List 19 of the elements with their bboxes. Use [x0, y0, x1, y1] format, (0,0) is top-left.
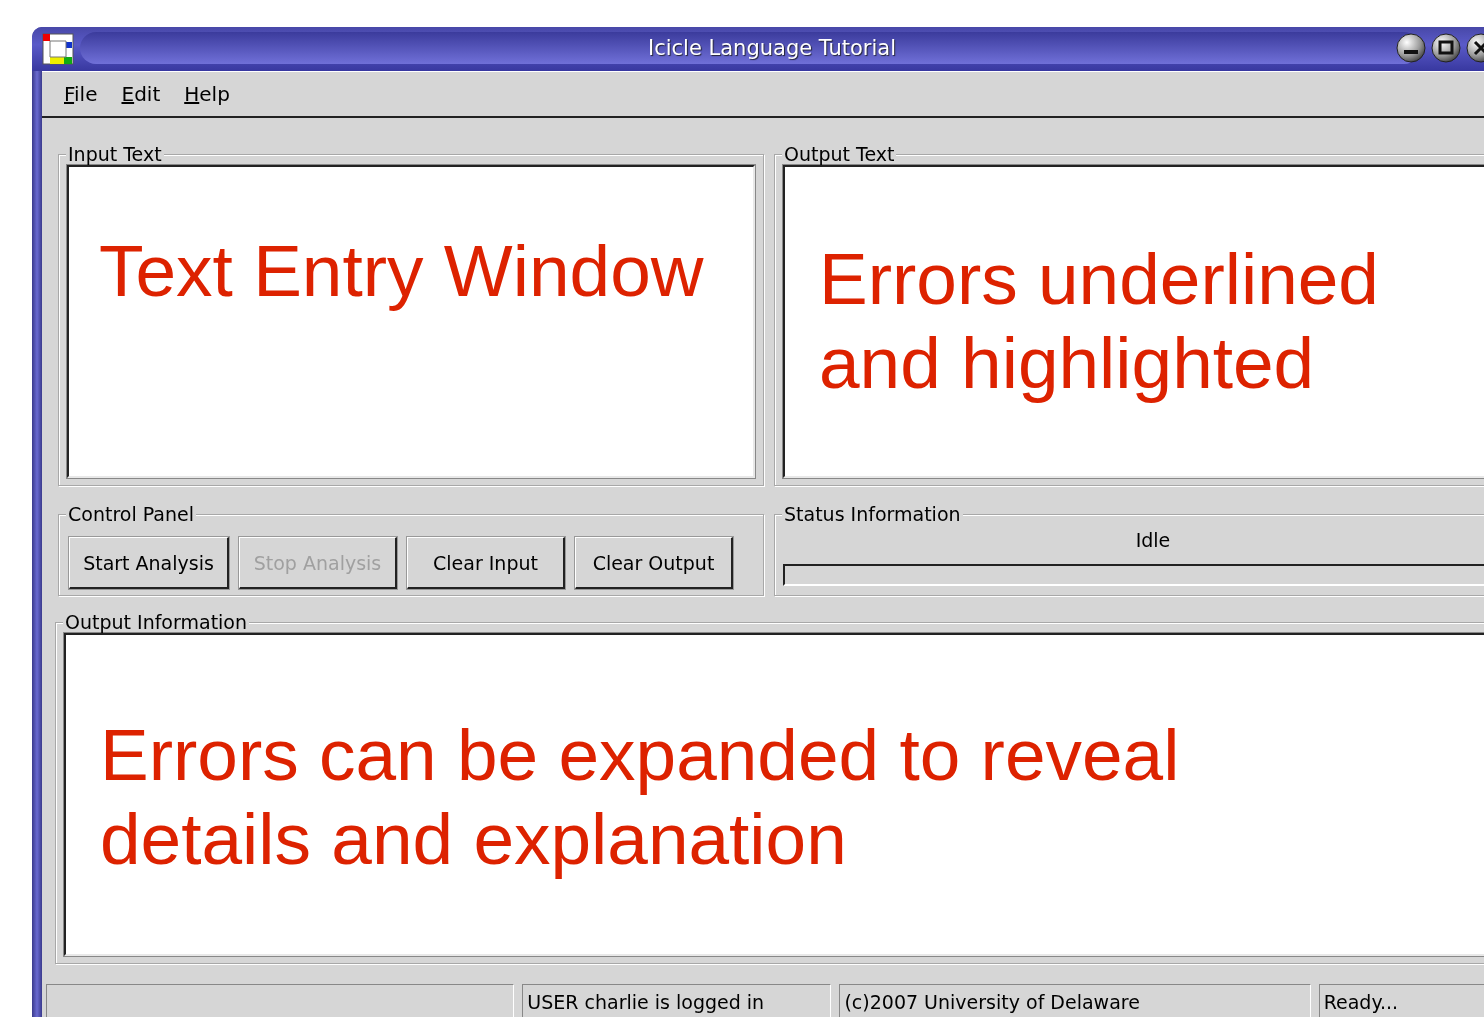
group-label: Status Information: [782, 504, 963, 524]
action-button[interactable]: Clear Output: [575, 537, 733, 589]
output-text-area[interactable]: Errors underlined and highlighted: [783, 165, 1484, 478]
group-label: Input Text: [66, 144, 164, 164]
action-button[interactable]: Start Analysis: [69, 537, 229, 589]
group-label: Output Text: [782, 144, 897, 164]
menu-item[interactable]: Help: [172, 82, 242, 106]
group-label: Control Panel: [66, 504, 196, 524]
group-label: Output Information: [63, 612, 250, 632]
action-button[interactable]: Clear Input: [407, 537, 565, 589]
status-text: Idle: [1134, 530, 1172, 550]
output-information-area[interactable]: Errors can be expanded to reveal details and explanation: [64, 633, 1484, 956]
status-bar-text: Ready...: [1318, 984, 1484, 1017]
input-text-area[interactable]: Text Entry Window: [67, 165, 755, 478]
status-bar-text: (c)2007 University of Delaware: [839, 984, 1311, 1017]
menu-item[interactable]: Edit: [109, 82, 173, 106]
status-bar-text: USER charlie is logged in: [522, 984, 832, 1017]
menu-item[interactable]: File: [52, 82, 110, 106]
window-title: Icicle Language Tutorial: [646, 35, 898, 62]
